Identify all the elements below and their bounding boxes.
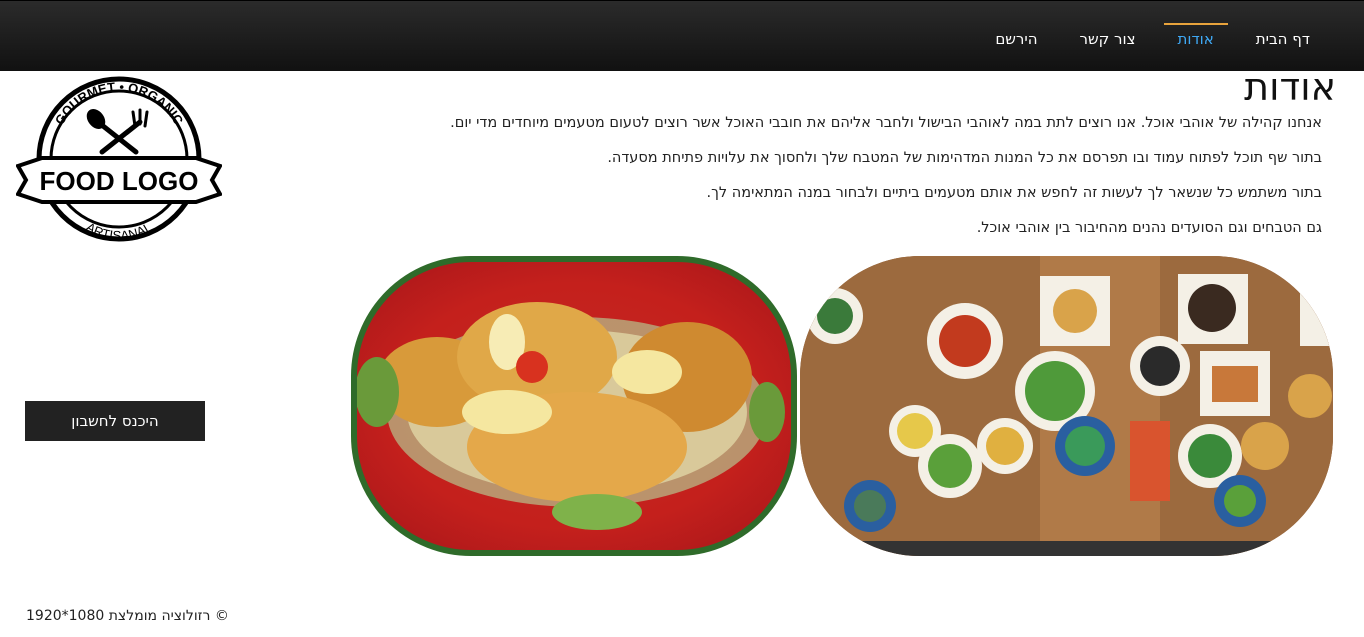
about-paragraph: בתור משתמש כל שנשאר לך לעשות זה לחפש את …	[706, 185, 1323, 201]
nav-item-register[interactable]: הירשם	[981, 23, 1051, 54]
top-navbar: דף הבית אודות צור קשר הירשם	[0, 0, 1364, 71]
nav-item-home[interactable]: דף הבית	[1242, 23, 1324, 54]
about-paragraph: בתור שף תוכל לפתוח עמוד ובו תפרסם את כל …	[607, 150, 1322, 166]
food-logo[interactable]: GOURMET • ORGANIC FOOD LOGO ARTISANAL	[16, 74, 222, 244]
page-title: אודות	[1244, 65, 1336, 109]
about-paragraph: אנחנו קהילה של אוהבי אוכל. אנו רוצים לתת…	[450, 115, 1322, 131]
nav-item-contact[interactable]: צור קשר	[1066, 23, 1150, 54]
about-paragraph: גם הטבחים וגם הסועדים נהנים מהחיבור בין …	[976, 220, 1322, 236]
nav-item-about[interactable]: אודות	[1163, 23, 1228, 54]
feast-table-photo	[800, 256, 1333, 556]
roast-chicken-photo	[351, 256, 797, 556]
nav-menu: דף הבית אודות צור קשר הירשם	[981, 23, 1324, 54]
resolution-note: © רזולוציה מומלצת 1080*1920	[26, 608, 229, 624]
about-text: אנחנו קהילה של אוהבי אוכל. אנו רוצים לתת…	[322, 114, 1322, 254]
login-button[interactable]: היכנס לחשבון	[25, 401, 205, 441]
logo-main-text: FOOD LOGO	[40, 166, 199, 196]
